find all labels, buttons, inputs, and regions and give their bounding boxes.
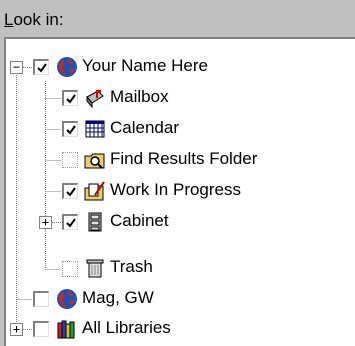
checkbox-trash[interactable] — [62, 261, 78, 277]
check-mark-icon — [66, 125, 76, 135]
calendar-icon — [85, 120, 105, 138]
check-mark-icon — [37, 63, 47, 73]
checkbox-your-name-here[interactable] — [33, 59, 49, 75]
tree-item-label: Mag, GW — [82, 288, 154, 307]
checkbox-work-in-progress[interactable] — [62, 183, 78, 199]
checkbox-mailbox[interactable] — [62, 90, 78, 106]
globe-icon — [57, 289, 77, 309]
tree-item-label: Cabinet — [110, 211, 169, 230]
globe-icon — [57, 57, 77, 77]
work-in-progress-icon — [84, 181, 105, 201]
tree-item-label: Mailbox — [110, 87, 169, 106]
libraries-icon — [57, 320, 75, 339]
tree-item-label: All Libraries — [82, 318, 171, 337]
mailbox-icon — [86, 90, 104, 109]
look-in-label-rest: ook in: — [13, 10, 64, 29]
check-mark-icon — [66, 218, 76, 228]
check-mark-icon — [66, 94, 76, 104]
expand-toggle[interactable]: + — [39, 216, 52, 229]
checkbox-calendar[interactable] — [62, 121, 78, 137]
tree-item-label: Find Results Folder — [110, 149, 258, 168]
cabinet-icon — [88, 212, 102, 232]
find-results-folder-icon — [84, 153, 105, 169]
tree-item-label: Your Name Here — [82, 56, 208, 75]
collapse-toggle[interactable]: − — [10, 61, 23, 74]
tree-item-label: Trash — [110, 257, 153, 276]
checkbox-cabinet[interactable] — [62, 214, 78, 230]
checkbox-find-results-folder[interactable] — [62, 152, 78, 168]
look-in-label: Look in: — [4, 10, 64, 29]
tree-item-label: Work In Progress — [110, 180, 242, 199]
tree-item-label: Calendar — [110, 118, 179, 137]
check-mark-icon — [66, 187, 76, 197]
folder-tree[interactable]: − Your Name Here Mailbox Calendar Find R… — [4, 37, 355, 346]
expand-toggle[interactable]: + — [10, 323, 23, 336]
trash-icon — [86, 259, 104, 278]
checkbox-mag-gw[interactable] — [33, 291, 49, 307]
checkbox-all-libraries[interactable] — [33, 321, 49, 337]
